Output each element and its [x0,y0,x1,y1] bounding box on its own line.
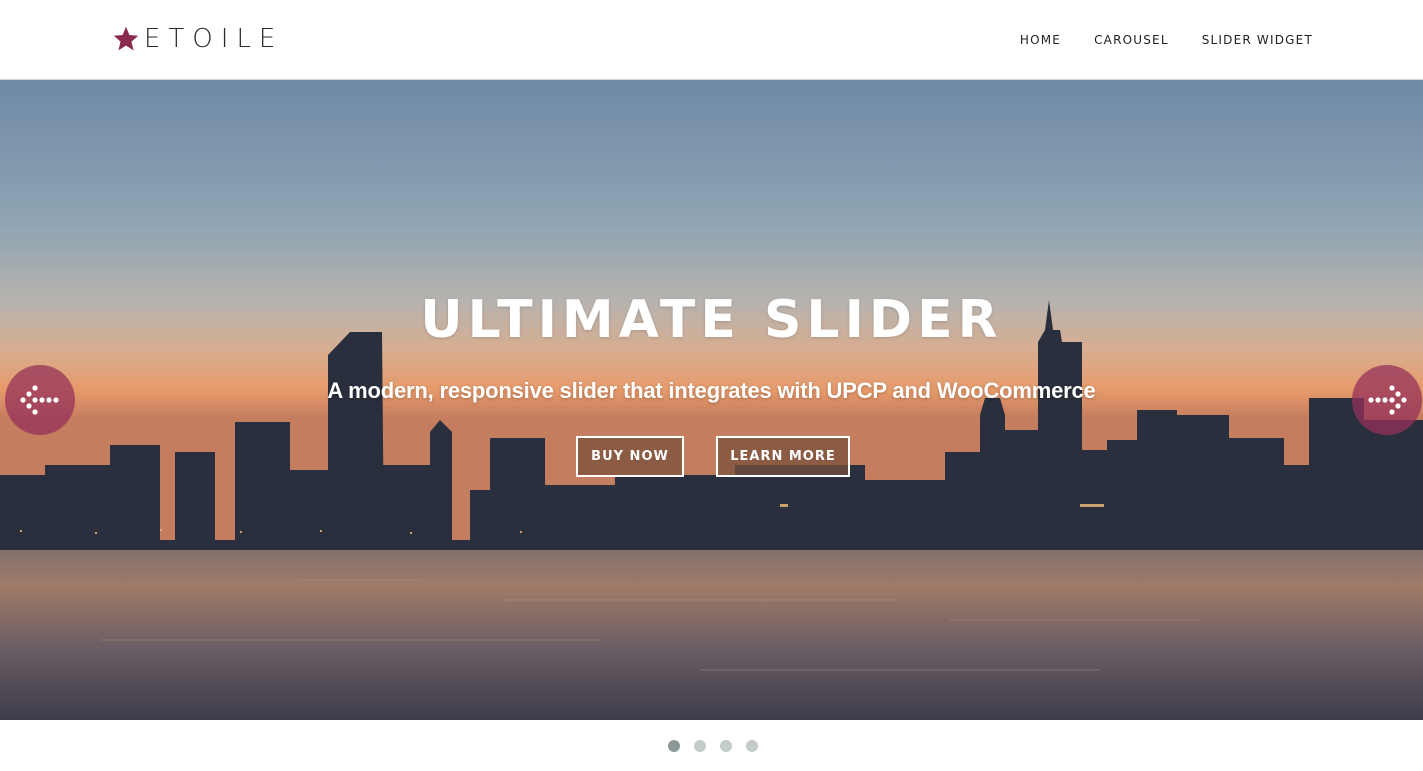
slider-pagination [668,740,758,752]
next-slide-button[interactable] [1352,365,1422,435]
previous-slide-button[interactable] [5,365,75,435]
hero-slider: ULTIMATE SLIDER A modern, responsive sli… [0,80,1423,720]
hero-buttons: BUY NOW LEARN MORE [576,436,850,477]
pagination-dot-1[interactable] [668,740,680,752]
buy-now-button[interactable]: BUY NOW [576,436,684,477]
pagination-dot-3[interactable] [720,740,732,752]
hero-subtitle: A modern, responsive slider that integra… [327,378,1096,403]
pagination-dot-2[interactable] [694,740,706,752]
hero-title: ULTIMATE SLIDER [420,290,1003,350]
main-nav: HOME CAROUSEL SLIDER WIDGET [1020,31,1313,49]
star-icon [113,26,139,51]
site-logo[interactable]: ETOILE [112,24,283,54]
site-header: ETOILE HOME CAROUSEL SLIDER WIDGET [0,0,1423,80]
nav-item-home[interactable]: HOME [1020,31,1061,49]
learn-more-button[interactable]: LEARN MORE [716,436,850,477]
nav-item-carousel[interactable]: CAROUSEL [1094,31,1169,49]
arrow-left-icon [20,385,59,415]
brand-name: ETOILE [144,24,284,54]
pagination-dot-4[interactable] [746,740,758,752]
arrow-right-icon [1368,385,1407,415]
nav-item-slider-widget[interactable]: SLIDER WIDGET [1202,31,1313,49]
